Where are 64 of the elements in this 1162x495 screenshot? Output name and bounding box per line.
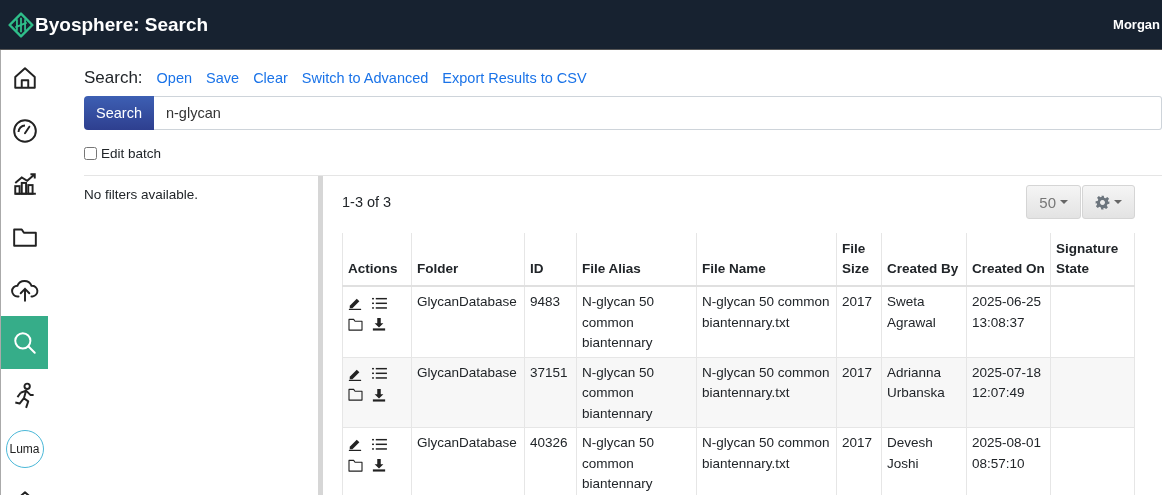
folder-icon[interactable]: [348, 458, 363, 472]
table-cell: GlycanDatabase: [411, 357, 525, 428]
table-cell: 2017: [836, 427, 882, 495]
edit-batch-checkbox[interactable]: [84, 146, 97, 160]
edit-icon[interactable]: [348, 437, 362, 451]
nav-item[interactable]: Luma: [1, 422, 48, 475]
table-cell: 2025-07-18 12:07:49: [966, 357, 1051, 428]
column-header[interactable]: Created By: [881, 233, 967, 286]
column-header[interactable]: ID: [524, 233, 577, 286]
download-icon[interactable]: [372, 387, 386, 402]
logo-icon: [8, 11, 34, 38]
table-cell: GlycanDatabase: [411, 286, 525, 357]
folder-icon[interactable]: [348, 388, 363, 401]
settings-icon: [1095, 194, 1110, 210]
column-header[interactable]: File Size: [836, 233, 882, 286]
column-header[interactable]: Signature State: [1050, 233, 1135, 286]
app-title: Byosphere: Search: [35, 13, 209, 36]
table-cell: 2025-06-25 13:08:37: [966, 286, 1051, 357]
table-cell: N-glycan 50 common biantennary: [576, 286, 697, 357]
table-cell: Devesh Joshi: [881, 427, 967, 495]
column-header[interactable]: Created On: [966, 233, 1051, 286]
filters-message: No filters available.: [84, 187, 199, 202]
table-cell: 2017: [836, 357, 882, 428]
column-header[interactable]: File Name: [696, 233, 837, 286]
table-cell: Adrianna Urbanska: [881, 357, 967, 428]
table-cell: N-glycan 50 common biantennary.txt: [696, 286, 837, 357]
toolbar-link[interactable]: Open: [156, 70, 193, 86]
list-icon[interactable]: [372, 296, 387, 310]
page-size-dropdown[interactable]: 50: [1026, 185, 1081, 219]
download-icon[interactable]: [372, 458, 386, 472]
list-icon[interactable]: [372, 367, 387, 380]
result-count: 1-3 of 3: [342, 194, 392, 210]
table-cell: 9483: [524, 286, 577, 357]
table-cell: N-glycan 50 common biantennary.txt: [696, 357, 837, 428]
table-cell: N-glycan 50 common biantennary: [576, 427, 697, 495]
edit-icon[interactable]: [348, 296, 362, 310]
edit-batch-label: Edit batch: [101, 145, 162, 161]
toolbar-link[interactable]: Switch to Advanced: [301, 70, 429, 86]
toolbar-link[interactable]: Export Results to CSV: [442, 70, 587, 86]
table-cell: Sweta Agrawal: [881, 286, 967, 357]
settings-dropdown[interactable]: [1082, 185, 1135, 219]
list-icon[interactable]: [372, 437, 387, 451]
table-cell: N-glycan 50 common biantennary: [576, 357, 697, 428]
column-header[interactable]: Actions: [342, 233, 412, 286]
column-header[interactable]: Folder: [411, 233, 525, 286]
download-icon[interactable]: [372, 317, 386, 331]
toolbar-link[interactable]: Clear: [253, 70, 288, 86]
table-cell: 40326: [524, 427, 577, 495]
search-button[interactable]: Search: [84, 96, 154, 130]
table-cell: GlycanDatabase: [411, 427, 525, 495]
gauge-icon: [11, 117, 38, 144]
search-field[interactable]: n-glycan: [153, 96, 1162, 130]
folder-icon[interactable]: [348, 317, 363, 331]
user-name[interactable]: Morgan: [1113, 17, 1160, 32]
search-label: Search:: [84, 68, 143, 88]
table-cell: 2017: [836, 286, 882, 357]
column-header[interactable]: File Alias: [576, 233, 697, 286]
chart-icon: [11, 170, 38, 197]
home-icon: [11, 64, 38, 91]
table-cell: 37151: [524, 357, 577, 428]
table-cell: N-glycan 50 common biantennary.txt: [696, 427, 837, 495]
table-cell: 2025-08-01 08:57:10: [966, 427, 1051, 495]
search-icon: [11, 329, 38, 356]
toolbar-link[interactable]: Save: [206, 70, 240, 86]
